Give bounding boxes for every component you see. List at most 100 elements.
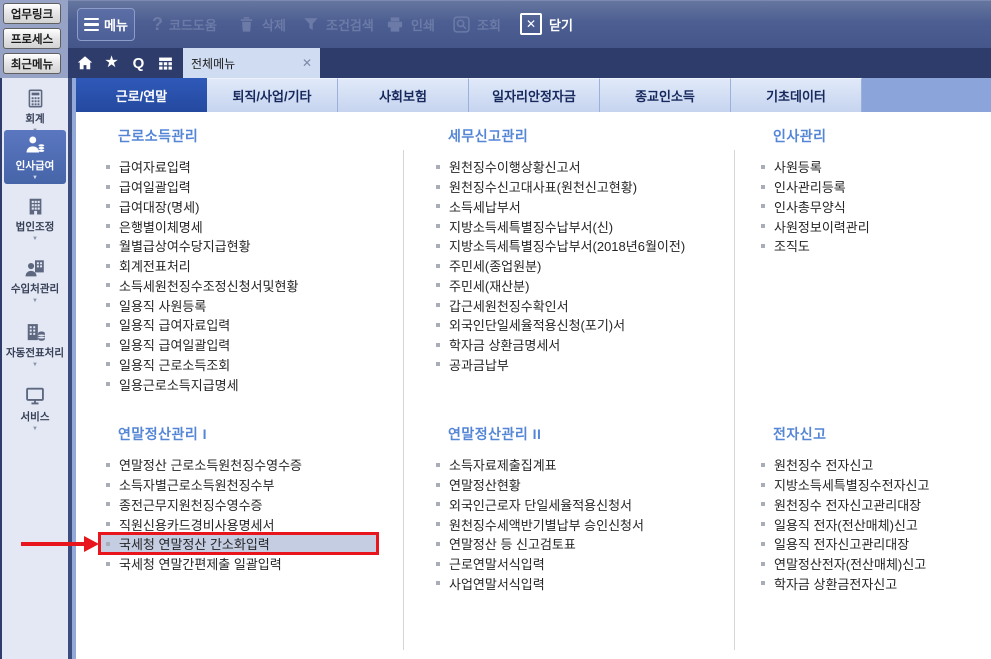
- bullet-icon: [106, 502, 110, 507]
- menu-item[interactable]: 원천징수 전자신고관리대장: [759, 495, 991, 515]
- document-tab-allmenu[interactable]: 전체메뉴 ✕: [183, 48, 320, 78]
- menu-item[interactable]: 일용직 근로소득조회: [104, 355, 404, 375]
- toolbar-item-magnifier[interactable]: 조회: [452, 0, 501, 48]
- chevron-down-icon: ▼: [32, 175, 38, 181]
- toolbar-item-funnel[interactable]: 조건검색: [302, 0, 374, 48]
- toolbar-item-printer[interactable]: 인쇄: [385, 0, 435, 48]
- menu-item[interactable]: 종전근무지원천징수영수증: [104, 495, 404, 515]
- menu-item[interactable]: 급여자료입력: [104, 157, 404, 177]
- menu-item[interactable]: 연말정산 근로소득원천징수영수증: [104, 455, 404, 475]
- menu-item[interactable]: 일용직 급여일괄입력: [104, 335, 404, 355]
- menu-item[interactable]: 일용직 급여자료입력: [104, 315, 404, 335]
- menu-item[interactable]: 인사총무양식: [759, 197, 991, 217]
- menu-item-label: 원천징수이행상황신고서: [449, 160, 581, 176]
- menu-item-label: 인사총무양식: [774, 199, 846, 215]
- sidebar-item-service[interactable]: 서비스 ▼: [4, 382, 66, 434]
- menu-item-label: 급여일괄입력: [119, 180, 191, 196]
- menu-item-label: 국세청 연말정산 간소화입력: [119, 537, 270, 553]
- tab-retirement-business-etc[interactable]: 퇴직/사업/기타: [207, 78, 338, 112]
- menu-item-highlighted[interactable]: 국세청 연말정산 간소화입력: [98, 532, 404, 555]
- menu-item[interactable]: 인사관리등록: [759, 177, 991, 197]
- menu-item[interactable]: 일용직 사원등록: [104, 295, 404, 315]
- sidebar-item-auto-voucher[interactable]: 자동전표처리 ▼: [4, 318, 66, 370]
- menu-item[interactable]: 소득자별근로소득원천징수부: [104, 475, 404, 495]
- menu-button[interactable]: 메뉴: [77, 8, 135, 41]
- menu-item[interactable]: 지방소득세특별징수전자신고: [759, 475, 991, 495]
- menu-item[interactable]: 연말정산 등 신고검토표: [434, 534, 734, 554]
- menu-item[interactable]: 연말정산전자(전산매체)신고: [759, 554, 991, 574]
- menu-item[interactable]: 학자금 상환금명세서: [434, 335, 734, 355]
- menu-item[interactable]: 원천징수세액반기별납부 승인신청서: [434, 514, 734, 534]
- column-divider: [734, 150, 735, 650]
- quick-button-2[interactable]: 최근메뉴: [3, 53, 61, 74]
- bullet-icon: [436, 581, 440, 586]
- menu-item[interactable]: 소득자료제출집계표: [434, 455, 734, 475]
- menu-item-label: 월별급상여수당지급현황: [119, 239, 251, 255]
- sidebar-item-label: 회계: [25, 113, 45, 125]
- menu-item-label: 일용직 사원등록: [119, 298, 207, 314]
- toolbar-item-label: 삭제: [262, 17, 286, 33]
- menu-item[interactable]: 사업연말서식입력: [434, 574, 734, 594]
- menu-item[interactable]: 원천징수이행상황신고서: [434, 157, 734, 177]
- menu-item[interactable]: 은행별이체명세: [104, 216, 404, 236]
- menu-item[interactable]: 공과금납부: [434, 355, 734, 375]
- menu-item-label: 원천징수 전자신고관리대장: [774, 497, 922, 513]
- menu-item[interactable]: 외국인근로자 단일세율적용신청서: [434, 495, 734, 515]
- bullet-icon: [436, 263, 440, 268]
- tab-job-stability-fund[interactable]: 일자리안정자금: [469, 78, 600, 112]
- sidebar-item-label: 수입처관리: [10, 283, 60, 295]
- menu-item[interactable]: 일용직 전자신고관리대장: [759, 534, 991, 554]
- bullet-icon: [106, 224, 110, 229]
- menu-item[interactable]: 지방소득세특별징수납부서(2018년6월이전): [434, 236, 734, 256]
- close-button[interactable]: ✕ 닫기: [520, 0, 573, 48]
- building-icon: [25, 194, 46, 218]
- tab-social-insurance[interactable]: 사회보험: [338, 78, 469, 112]
- tab-close-icon[interactable]: ✕: [302, 56, 312, 70]
- menu-item[interactable]: 연말정산현황: [434, 475, 734, 495]
- toolbar-item-trash[interactable]: 삭제: [237, 0, 286, 48]
- menu-item-label: 급여자료입력: [119, 160, 191, 176]
- quick-button-0[interactable]: 업무링크: [3, 3, 61, 24]
- menu-item[interactable]: 주민세(재산분): [434, 276, 734, 296]
- menu-item[interactable]: 소득세원천징수조정신청서및현황: [104, 276, 404, 296]
- menu-item[interactable]: 일용근로소득지급명세: [104, 374, 404, 394]
- menu-item[interactable]: 주민세(종업원분): [434, 256, 734, 276]
- bullet-icon: [106, 283, 110, 288]
- menu-item[interactable]: 갑근세원천징수확인서: [434, 295, 734, 315]
- menu-item[interactable]: 외국인단일세율적용신청(포기)서: [434, 315, 734, 335]
- tab-religious-income[interactable]: 종교인소득: [600, 78, 731, 112]
- menu-item[interactable]: 국세청 연말간편제출 일괄입력: [104, 554, 404, 574]
- menu-item[interactable]: 원천징수 전자신고: [759, 455, 991, 475]
- sidebar-item-revenue-mgmt[interactable]: 수입처관리 ▼: [4, 254, 66, 306]
- menu-item[interactable]: 사원등록: [759, 157, 991, 177]
- menu-item[interactable]: 급여대장(명세): [104, 197, 404, 217]
- app-window: { "left_panel": { "buttons": ["업무링크", "프…: [0, 0, 991, 659]
- sidebar-item-hr-payroll[interactable]: 인사급여 ▼: [4, 130, 66, 184]
- quick-button-1[interactable]: 프로세스: [3, 28, 61, 49]
- calendar-icon[interactable]: [152, 48, 179, 78]
- menu-item[interactable]: 조직도: [759, 236, 991, 256]
- home-icon[interactable]: [71, 48, 98, 78]
- menu-item[interactable]: 급여일괄입력: [104, 177, 404, 197]
- star-icon[interactable]: ★: [98, 48, 125, 78]
- sidebar-item-label: 서비스: [20, 411, 50, 423]
- funnel-icon: [302, 15, 320, 33]
- menu-item[interactable]: 월별급상여수당지급현황: [104, 236, 404, 256]
- menu-item[interactable]: 소득세납부서: [434, 197, 734, 217]
- toolbar-item-question[interactable]: ? 코드도움: [152, 0, 217, 48]
- quick-search-icon[interactable]: Q: [125, 48, 152, 78]
- tab-labor-yearend[interactable]: 근로/연말: [76, 78, 207, 119]
- menu-item[interactable]: 원천징수신고대사표(원천신고현황): [434, 177, 734, 197]
- menu-item[interactable]: 사원정보이력관리: [759, 216, 991, 236]
- menu-item[interactable]: 회계전표처리: [104, 256, 404, 276]
- menu-item-label: 국세청 연말간편제출 일괄입력: [119, 557, 282, 573]
- menu-item[interactable]: 지방소득세특별징수납부서(신): [434, 216, 734, 236]
- menu-item[interactable]: 근로연말서식입력: [434, 554, 734, 574]
- tab-base-data[interactable]: 기초데이터: [731, 78, 862, 112]
- sidebar-item-corporate-adjust[interactable]: 법인조정 ▼: [4, 192, 66, 244]
- menu-item-label: 외국인근로자 단일세율적용신청서: [449, 497, 633, 513]
- menu-item-label: 종전근무지원천징수영수증: [119, 497, 263, 513]
- sidebar-item-accounting[interactable]: 회계▼: [4, 84, 66, 136]
- menu-item[interactable]: 일용직 전자(전산매체)신고: [759, 514, 991, 534]
- menu-item[interactable]: 학자금 상환금전자신고: [759, 574, 991, 594]
